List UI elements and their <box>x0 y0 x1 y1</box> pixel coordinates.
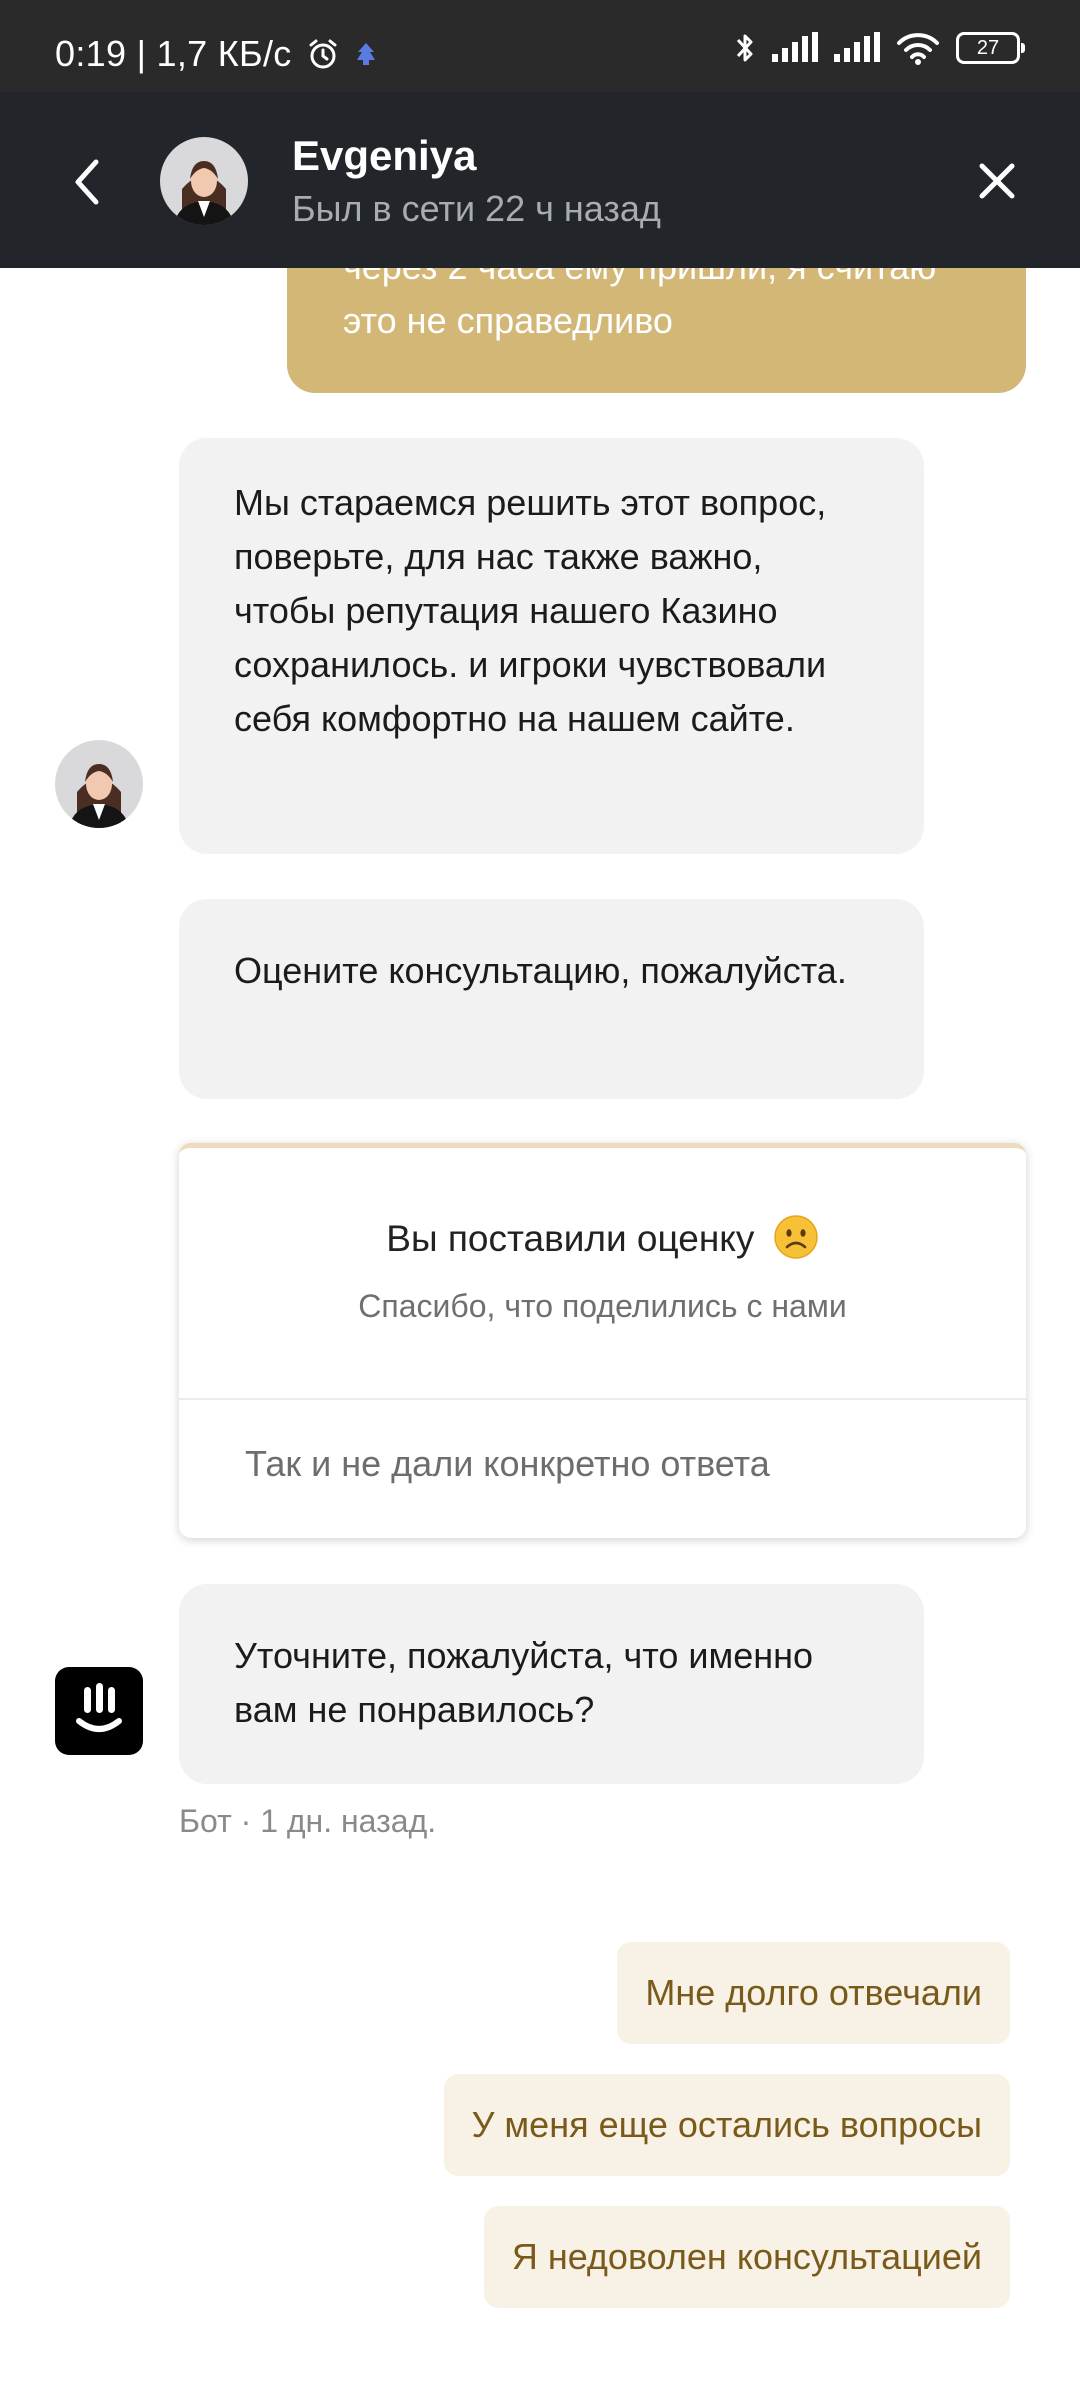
rating-subtitle: Спасибо, что поделились с нами <box>358 1288 847 1324</box>
rating-title: Вы поставили оценку <box>179 1215 1026 1260</box>
quick-reply-dissatisfied[interactable]: Я недоволен консультацией <box>483 2206 1010 2308</box>
signal-icon-sim2 <box>834 32 880 62</box>
signal-icon-sim1 <box>772 32 818 62</box>
chevron-left-icon <box>75 159 99 205</box>
contact-status: Был в сети 22 ч назад <box>292 188 661 229</box>
close-icon <box>979 163 1015 199</box>
rating-title-text: Вы поставили оценку <box>386 1218 755 1259</box>
battery-icon: 27 <box>956 32 1025 64</box>
quick-reply-slow-response[interactable]: Мне долго отвечали <box>617 1942 1010 2044</box>
divider <box>179 1398 1026 1400</box>
status-time-speed: 0:19 | 1,7 КБ/с <box>55 33 292 74</box>
alarm-icon <box>309 39 337 69</box>
status-left: 0:19 | 1,7 КБ/с <box>55 33 378 75</box>
bot-message-text: Уточните, пожалуйста, что именно вам не … <box>234 1635 814 1730</box>
battery-level: 27 <box>976 37 1000 59</box>
rating-card: Вы поставили оценку Спасибо, что поделил… <box>179 1143 1026 1538</box>
status-right: 27 <box>734 30 1025 66</box>
bluetooth-icon <box>736 34 753 62</box>
wifi-icon <box>897 33 939 65</box>
chat-header: Evgeniya Был в сети 22 ч назад <box>0 92 1080 268</box>
notification-app-icon <box>356 43 375 65</box>
agent-message: Оцените консультацию, пожалуйста. <box>179 899 924 1099</box>
bot-message-meta: Бот · 1 дн. назад. <box>179 1803 437 1839</box>
back-button[interactable] <box>62 152 112 212</box>
contact-name: Evgeniya <box>292 132 477 179</box>
agent-message: Мы стараемся решить этот вопрос, поверьт… <box>179 438 924 854</box>
sad-face-icon <box>773 1215 818 1259</box>
bot-message: Уточните, пожалуйста, что именно вам не … <box>179 1584 924 1784</box>
rating-comment: Так и не дали конкретно ответа <box>245 1443 770 1484</box>
close-button[interactable] <box>972 156 1022 206</box>
quick-reply-more-questions[interactable]: У меня еще остались вопросы <box>443 2074 1010 2176</box>
agent-message-text: Оцените консультацию, пожалуйста. <box>234 950 847 991</box>
avatar <box>160 137 248 225</box>
agent-avatar <box>55 740 143 828</box>
status-bar: 0:19 | 1,7 КБ/с 27 <box>0 0 1080 92</box>
bot-avatar-icon <box>55 1667 143 1755</box>
agent-message-text: Мы стараемся решить этот вопрос, поверьт… <box>234 482 827 739</box>
